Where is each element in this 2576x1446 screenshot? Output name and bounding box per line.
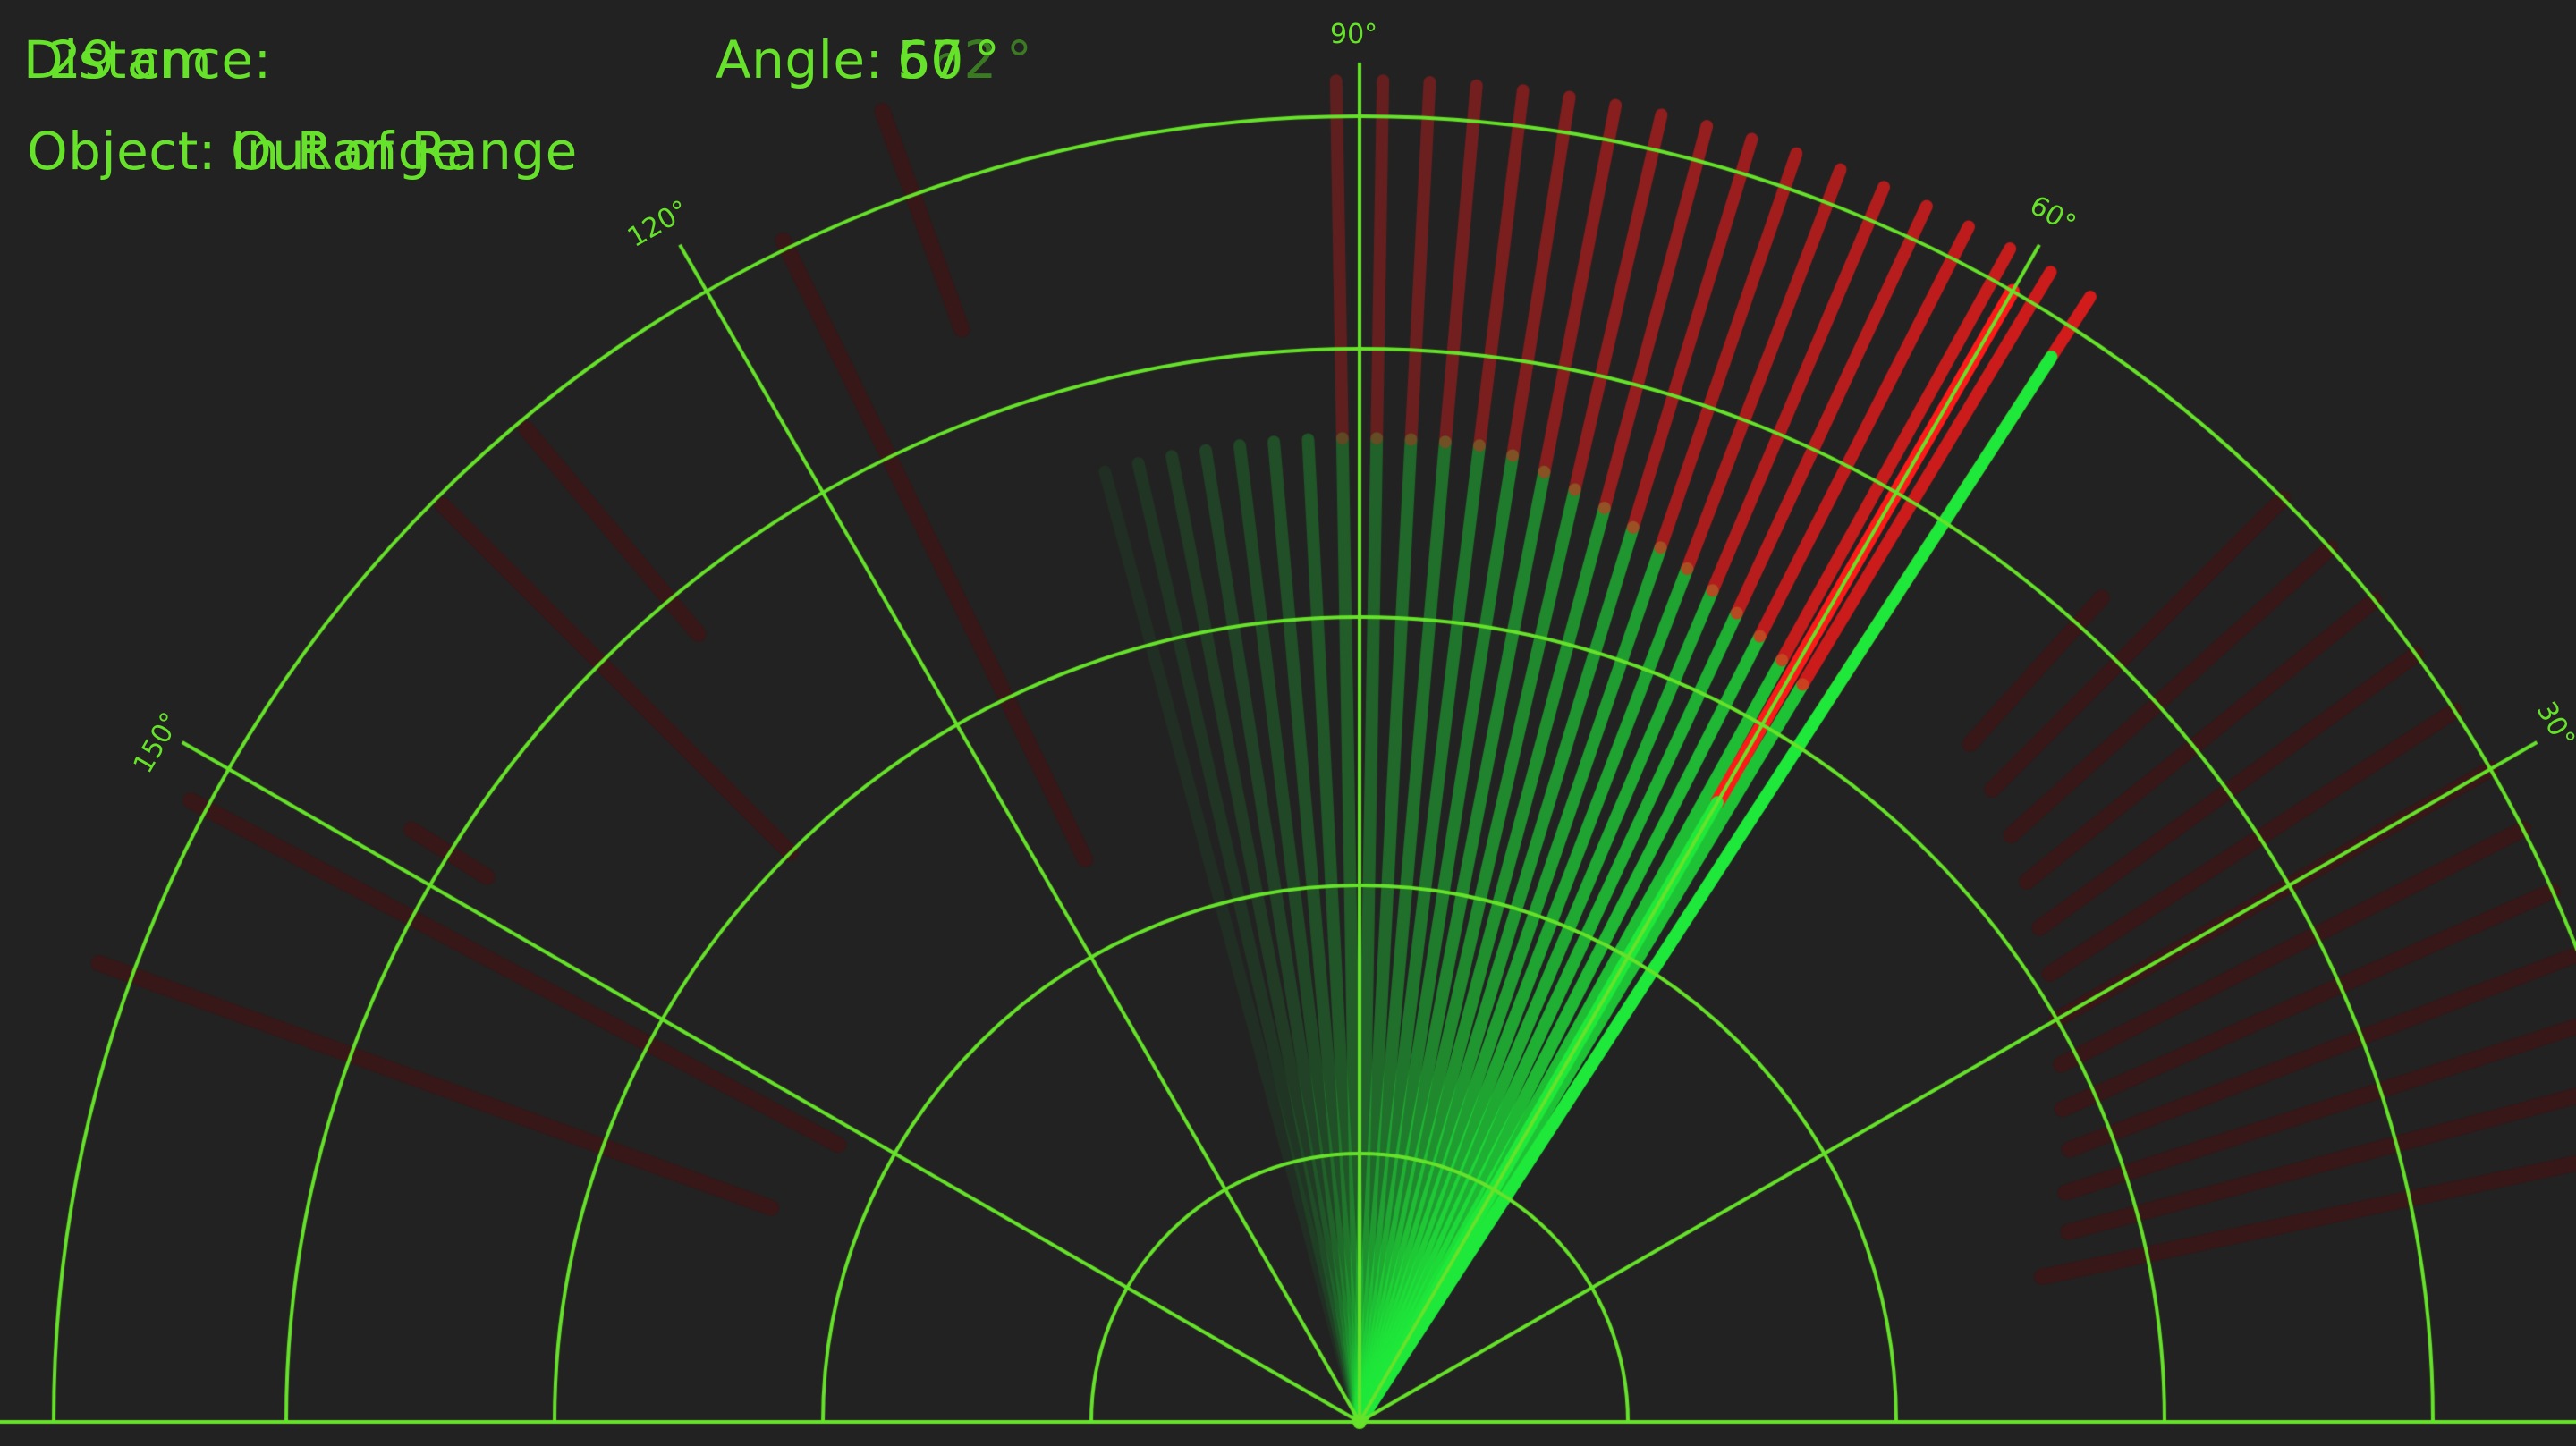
radar-display: [0, 0, 2576, 1446]
